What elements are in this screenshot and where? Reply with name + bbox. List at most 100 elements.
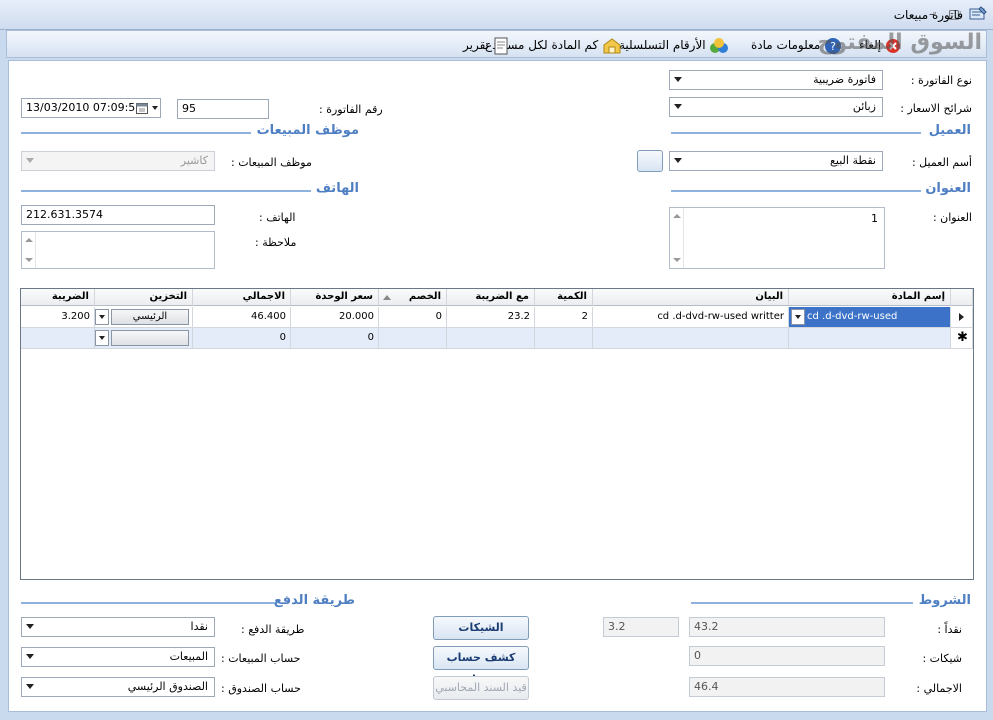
- invoice-type-value: فاتورة ضريبية: [813, 73, 876, 86]
- cell-description[interactable]: [593, 328, 789, 349]
- checks-input[interactable]: 0: [689, 646, 885, 666]
- phone-section-title: الهاتف: [315, 181, 359, 196]
- invoice-number-label: رقم الفاتورة :: [319, 103, 383, 116]
- sales-account-label: حساب المبيعات :: [221, 652, 301, 665]
- cashbox-select[interactable]: الصندوق الرئيسي: [21, 677, 215, 697]
- watermark-text: السوق المفتوح: [817, 30, 982, 55]
- invoice-type-label: نوع الفاتورة :: [910, 74, 972, 87]
- cell-discount[interactable]: [379, 328, 447, 349]
- invoice-number-input[interactable]: 95: [177, 99, 269, 119]
- note-label: ملاحظة :: [255, 236, 297, 249]
- total-input[interactable]: 46.4: [689, 677, 885, 697]
- cell-item-name[interactable]: cd .d-dvd-rw-used: [789, 307, 951, 328]
- terms-section-header: الشروط: [691, 593, 971, 611]
- price-tier-value: زبائن: [852, 100, 876, 113]
- scroll-down-icon[interactable]: [25, 258, 33, 262]
- calendar-icon[interactable]: [136, 102, 148, 114]
- chevron-down-icon[interactable]: [95, 309, 109, 325]
- cell-quantity[interactable]: 2: [535, 307, 593, 328]
- checks-label: شيكات :: [922, 652, 962, 665]
- col-header-tax[interactable]: الضريبة: [21, 289, 95, 306]
- checks-button[interactable]: الشيكات: [433, 616, 529, 640]
- payment-section-title: طريقة الدفع: [273, 593, 355, 608]
- cell-tax[interactable]: 3.200: [21, 307, 95, 328]
- payment-method-value: نقدا: [190, 620, 208, 633]
- total-label: الاجمالي :: [916, 682, 962, 695]
- cell-store[interactable]: [95, 328, 193, 349]
- chevron-down-icon[interactable]: [791, 309, 805, 325]
- invoice-date-input[interactable]: 13/03/2010 07:09:57: [21, 98, 161, 118]
- row-selector[interactable]: ✱: [951, 328, 973, 349]
- chevron-down-icon: [26, 158, 34, 163]
- col-header-discount-label: الخصم: [408, 291, 441, 302]
- chevron-down-icon: [674, 104, 682, 109]
- cell-discount[interactable]: 0: [379, 307, 447, 328]
- col-header-description[interactable]: البيان: [593, 289, 789, 306]
- sales-employee-section-header: موظف المبيعات: [21, 123, 359, 141]
- cell-total[interactable]: 0: [193, 328, 291, 349]
- cash-input[interactable]: 43.2: [689, 617, 885, 637]
- col-header-unit-price[interactable]: سعر الوحدة: [291, 289, 379, 306]
- col-header-with-tax[interactable]: مع الضريبة: [447, 289, 535, 306]
- address-section-title: العنوان: [925, 181, 971, 196]
- col-header-discount[interactable]: الخصم: [379, 289, 447, 306]
- cell-item-name-value: cd .d-dvd-rw-used: [807, 311, 898, 322]
- cell-store[interactable]: الرئيسي: [95, 307, 193, 328]
- col-header-quantity[interactable]: الكمية: [535, 289, 593, 306]
- customer-statement-button[interactable]: كشف حساب عميل: [433, 646, 529, 686]
- section-divider: [671, 132, 921, 134]
- cell-with-tax[interactable]: [447, 328, 535, 349]
- store-select-button[interactable]: [111, 330, 189, 346]
- customer-section-title: العميل: [928, 123, 971, 138]
- note-textarea[interactable]: [21, 231, 215, 269]
- note-scrollbar[interactable]: [22, 232, 36, 268]
- store-select-button[interactable]: الرئيسي: [111, 309, 189, 325]
- chevron-down-icon[interactable]: [152, 106, 158, 110]
- row-selector[interactable]: [951, 307, 973, 328]
- terms-section-title: الشروط: [918, 593, 971, 608]
- payment-method-select[interactable]: نقدا: [21, 617, 215, 637]
- sort-up-icon: [383, 295, 391, 300]
- customer-name-select[interactable]: نقطة البيع: [669, 151, 883, 171]
- cashbox-label: حساب الصندوق :: [221, 682, 301, 695]
- items-grid[interactable]: إسم المادة البيان الكمية مع الضريبة الخص…: [20, 288, 974, 580]
- col-header-store[interactable]: التخزين: [95, 289, 193, 306]
- cash-aux-input[interactable]: 3.2: [603, 617, 679, 637]
- cell-unit-price[interactable]: 0: [291, 328, 379, 349]
- col-header-total[interactable]: الاجمالي: [193, 289, 291, 306]
- cell-with-tax[interactable]: 23.2: [447, 307, 535, 328]
- cell-item-name[interactable]: [789, 328, 951, 349]
- scroll-up-icon[interactable]: [673, 214, 681, 218]
- cash-label: نقداً :: [937, 623, 962, 636]
- scroll-down-icon[interactable]: [673, 258, 681, 262]
- cell-total[interactable]: 46.400: [193, 307, 291, 328]
- cell-unit-price[interactable]: 20.000: [291, 307, 379, 328]
- price-tier-label: شرائح الاسعار :: [900, 102, 972, 115]
- chevron-down-icon: [26, 654, 34, 659]
- toolbar-report[interactable]: تقرير: [463, 35, 509, 55]
- new-row-icon: ✱: [957, 330, 968, 345]
- price-tier-select[interactable]: زبائن: [669, 97, 883, 117]
- cell-quantity[interactable]: [535, 328, 593, 349]
- scroll-up-icon[interactable]: [25, 238, 33, 242]
- address-textarea[interactable]: 1: [669, 207, 885, 269]
- sales-account-value: المبيعات: [169, 650, 208, 663]
- sales-account-select[interactable]: المبيعات: [21, 647, 215, 667]
- sales-employee-value: كاشير: [180, 154, 208, 167]
- customer-name-value: نقطة البيع: [830, 154, 876, 167]
- customer-section-header: العميل: [671, 123, 971, 141]
- current-row-icon: [959, 313, 964, 321]
- toolbar-serials-label: الأرقام التسلسلية: [619, 38, 706, 52]
- section-divider: [21, 602, 275, 604]
- journal-entry-button[interactable]: قيد السند المحاسبي: [433, 676, 529, 700]
- toolbar-serials[interactable]: الأرقام التسلسلية: [619, 35, 729, 55]
- cell-description[interactable]: cd .d-dvd-rw-used writter: [593, 307, 789, 328]
- cell-tax[interactable]: [21, 328, 95, 349]
- customer-lookup-button[interactable]: [637, 150, 663, 172]
- chevron-down-icon[interactable]: [95, 330, 109, 346]
- sales-employee-select[interactable]: كاشير: [21, 151, 215, 171]
- invoice-type-select[interactable]: فاتورة ضريبية: [669, 70, 883, 90]
- address-scrollbar[interactable]: [670, 208, 684, 268]
- col-header-item-name[interactable]: إسم المادة: [789, 289, 951, 306]
- phone-input[interactable]: 212.631.3574: [21, 205, 215, 225]
